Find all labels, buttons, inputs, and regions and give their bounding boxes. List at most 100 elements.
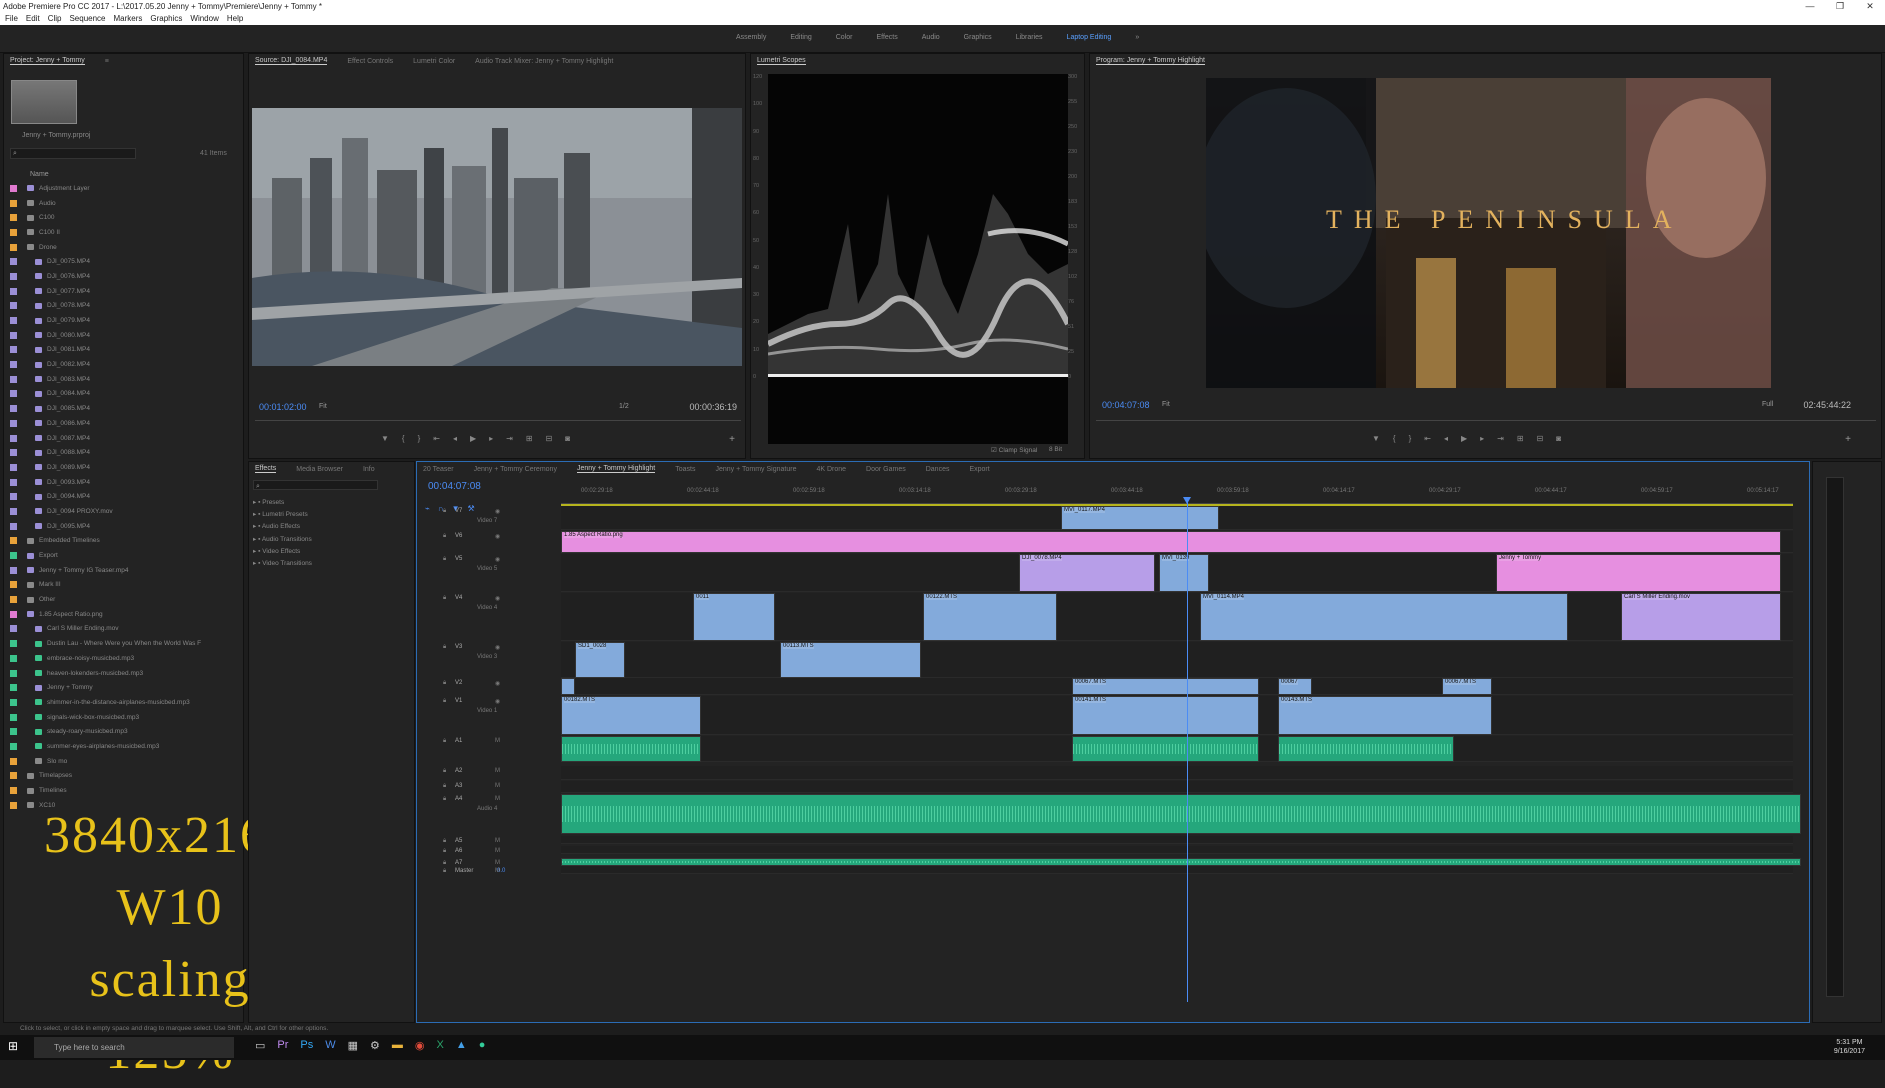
- label-color-swatch[interactable]: [10, 478, 17, 486]
- effects-tab[interactable]: Info: [363, 466, 375, 473]
- source-tab[interactable]: Effect Controls: [347, 58, 393, 65]
- track-header-v5[interactable]: 🔒︎ V5 Video 5 ◉: [417, 554, 561, 592]
- excel-app-icon[interactable]: X: [437, 1039, 444, 1052]
- go-to-in-icon[interactable]: ⇤: [1424, 434, 1431, 443]
- project-item[interactable]: Carl S Miller Ending.mov: [10, 622, 240, 637]
- word-app-icon[interactable]: W: [325, 1039, 335, 1052]
- track-lane[interactable]: [561, 781, 1793, 793]
- track-header-v4[interactable]: 🔒︎ V4 Video 4 ◉: [417, 593, 561, 641]
- video-clip[interactable]: 00122.MTS: [923, 593, 1057, 641]
- project-item[interactable]: DJI_0095.MP4: [10, 519, 240, 534]
- audio-clip[interactable]: [1072, 736, 1259, 762]
- app-icon[interactable]: ▲: [456, 1039, 467, 1052]
- sequence-tab[interactable]: 4K Drone: [816, 466, 846, 473]
- workspace-tab-libraries[interactable]: Libraries: [1004, 34, 1055, 41]
- eye-icon[interactable]: ◉: [495, 680, 500, 687]
- project-item[interactable]: DJI_0088.MP4: [10, 445, 240, 460]
- app-icon[interactable]: ●: [479, 1039, 486, 1052]
- lock-icon[interactable]: 🔒︎: [443, 796, 446, 803]
- label-color-swatch[interactable]: [10, 228, 17, 236]
- project-item[interactable]: Timelapses: [10, 769, 240, 784]
- step-back-icon[interactable]: ◂: [1444, 434, 1448, 443]
- mute-icon[interactable]: M: [495, 848, 500, 854]
- video-clip[interactable]: [561, 678, 575, 695]
- project-item[interactable]: DJI_0094.MP4: [10, 489, 240, 504]
- project-item[interactable]: DJI_0094 PROXY.mov: [10, 504, 240, 519]
- project-item[interactable]: DJI_0076.MP4: [10, 269, 240, 284]
- project-item[interactable]: Audio: [10, 196, 240, 211]
- video-clip[interactable]: 00067.MTS: [1072, 678, 1259, 695]
- video-clip[interactable]: 00067: [1278, 678, 1312, 695]
- project-item[interactable]: DJI_0089.MP4: [10, 460, 240, 475]
- program-scrub-bar[interactable]: [1096, 420, 1876, 421]
- project-item[interactable]: DJI_0093.MP4: [10, 475, 240, 490]
- effects-tab[interactable]: Media Browser: [296, 466, 343, 473]
- workspace-tab-effects[interactable]: Effects: [864, 34, 909, 41]
- label-color-swatch[interactable]: [10, 713, 17, 721]
- clamp-signal-toggle[interactable]: ☑ Clamp Signal: [991, 446, 1037, 454]
- project-item[interactable]: Drone: [10, 240, 240, 255]
- extract-icon[interactable]: ⊟: [1537, 434, 1544, 443]
- effects-folder[interactable]: ▸ ▪ Presets: [253, 498, 312, 510]
- sequence-tab[interactable]: Export: [969, 466, 989, 473]
- project-item[interactable]: DJI_0080.MP4: [10, 328, 240, 343]
- chrome-app-icon[interactable]: ◉: [415, 1039, 425, 1052]
- project-item[interactable]: Dustin Lau - Where Were you When the Wor…: [10, 636, 240, 651]
- track-header-a6[interactable]: 🔒︎ A6 M: [417, 846, 561, 854]
- workspace-tab-assembly[interactable]: Assembly: [724, 34, 778, 41]
- label-color-swatch[interactable]: [10, 361, 17, 369]
- menu-graphics[interactable]: Graphics: [150, 13, 182, 25]
- project-item[interactable]: Embedded Timelines: [10, 534, 240, 549]
- go-to-out-icon[interactable]: ⇥: [506, 434, 513, 443]
- step-back-icon[interactable]: ◂: [453, 434, 457, 443]
- file-explorer-icon[interactable]: ▬: [392, 1039, 403, 1052]
- menu-sequence[interactable]: Sequence: [69, 13, 105, 25]
- workspace-tab-audio[interactable]: Audio: [910, 34, 952, 41]
- lock-icon[interactable]: 🔒︎: [443, 768, 446, 775]
- lift-icon[interactable]: ⊞: [1517, 434, 1524, 443]
- source-tab[interactable]: Lumetri Color: [413, 58, 455, 65]
- track-header-v2[interactable]: 🔒︎ V2 ◉: [417, 678, 561, 695]
- track-header-v6[interactable]: 🔒︎ V6 ◉: [417, 531, 561, 553]
- video-clip[interactable]: DJI_0078.MP4: [1019, 554, 1155, 592]
- video-clip[interactable]: SD1_0028: [575, 642, 625, 678]
- label-color-swatch[interactable]: [10, 640, 17, 648]
- add-button-icon[interactable]: +: [729, 434, 735, 445]
- label-color-swatch[interactable]: [10, 331, 17, 339]
- lock-icon[interactable]: 🔒︎: [443, 508, 446, 515]
- label-color-swatch[interactable]: [10, 669, 17, 677]
- mute-icon[interactable]: M: [495, 783, 500, 789]
- sequence-tab[interactable]: 20 Teaser: [423, 466, 454, 473]
- insert-icon[interactable]: ⊞: [526, 434, 533, 443]
- mute-icon[interactable]: M: [495, 796, 500, 802]
- label-color-swatch[interactable]: [10, 610, 17, 618]
- project-item[interactable]: Timelines: [10, 783, 240, 798]
- track-lane[interactable]: [561, 836, 1793, 844]
- effects-search-input[interactable]: ⌕: [253, 480, 378, 490]
- project-item[interactable]: summer-eyes-airplanes-musicbed.mp3: [10, 739, 240, 754]
- project-item[interactable]: DJI_0081.MP4: [10, 343, 240, 358]
- taskbar-clock[interactable]: 5:31 PM 9/16/2017: [1834, 1038, 1865, 1056]
- tab-program[interactable]: Program: Jenny + Tommy Highlight: [1096, 57, 1205, 65]
- track-lane[interactable]: [561, 766, 1793, 780]
- project-item[interactable]: DJI_0085.MP4: [10, 401, 240, 416]
- video-clip[interactable]: MVI_0139: [1159, 554, 1209, 592]
- lock-icon[interactable]: 🔒︎: [443, 783, 446, 790]
- go-to-in-icon[interactable]: ⇤: [433, 434, 440, 443]
- audio-clip[interactable]: [1278, 736, 1454, 762]
- label-color-swatch[interactable]: [10, 272, 17, 280]
- workspace-tab-color[interactable]: Color: [824, 34, 865, 41]
- menu-edit[interactable]: Edit: [26, 13, 40, 25]
- label-color-swatch[interactable]: [10, 390, 17, 398]
- label-color-swatch[interactable]: [10, 243, 17, 251]
- eye-icon[interactable]: ◉: [495, 698, 500, 705]
- lock-icon[interactable]: 🔒︎: [443, 595, 446, 602]
- label-color-swatch[interactable]: [10, 184, 17, 192]
- label-color-swatch[interactable]: [10, 654, 17, 662]
- project-item[interactable]: DJI_0078.MP4: [10, 299, 240, 314]
- label-color-swatch[interactable]: [10, 522, 17, 530]
- maximize-button[interactable]: ❐: [1825, 0, 1855, 13]
- lock-icon[interactable]: 🔒︎: [443, 868, 446, 875]
- project-item[interactable]: DJI_0077.MP4: [10, 284, 240, 299]
- track-lane[interactable]: [561, 846, 1793, 854]
